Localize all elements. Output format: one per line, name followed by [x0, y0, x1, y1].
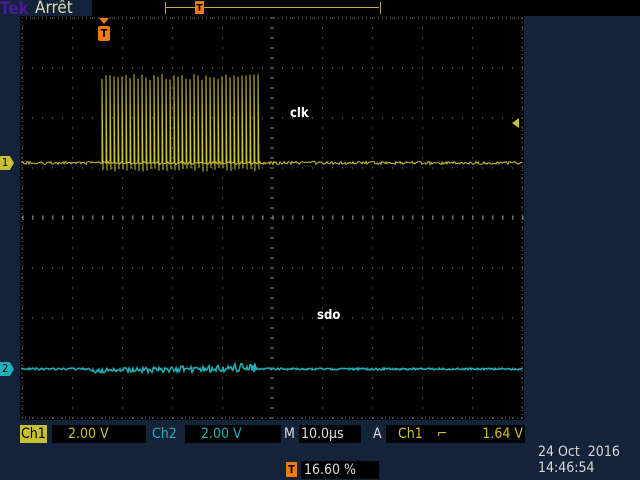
graticule: [22, 18, 523, 418]
falling-edge-icon: ⌐: [437, 426, 448, 442]
ch2-label: sdo: [317, 308, 340, 323]
trigger-level-arrow: [512, 118, 519, 128]
date: 24 Oct 2016: [538, 444, 620, 460]
ch2-button[interactable]: Ch2: [152, 425, 177, 443]
trigger-position-icon: T: [98, 26, 110, 41]
ch2-marker[interactable]: 2: [0, 362, 14, 376]
trigger-prefix: A: [373, 425, 382, 443]
waveform-display: [20, 16, 524, 420]
graticule-and-traces: [20, 16, 524, 420]
datetime: 24 Oct 2016 14:46:54: [538, 444, 620, 476]
timebase-prefix: M: [284, 425, 295, 443]
trigger-level: 1.64 V: [482, 425, 523, 443]
trigger-position[interactable]: 16.60 %: [301, 461, 379, 479]
trigger-position-arrow: [99, 18, 109, 24]
ch1-marker[interactable]: 1: [0, 156, 14, 170]
ch1-scale[interactable]: 2.00 V: [52, 425, 146, 443]
record-trigger-icon: T: [195, 1, 204, 14]
time: 14:46:54: [538, 460, 620, 476]
ch2-scale[interactable]: 2.00 V: [185, 425, 281, 443]
trigger-position-badge-icon: T: [286, 462, 297, 477]
timebase[interactable]: 10.0µs: [299, 425, 361, 443]
ch1-label: clk: [290, 106, 309, 121]
ch1-trace: [22, 74, 522, 172]
trigger-source: Ch1: [398, 426, 423, 442]
ch1-button[interactable]: Ch1: [20, 425, 47, 443]
trigger-readout[interactable]: Ch1 ⌐ 1.64 V: [386, 425, 525, 443]
